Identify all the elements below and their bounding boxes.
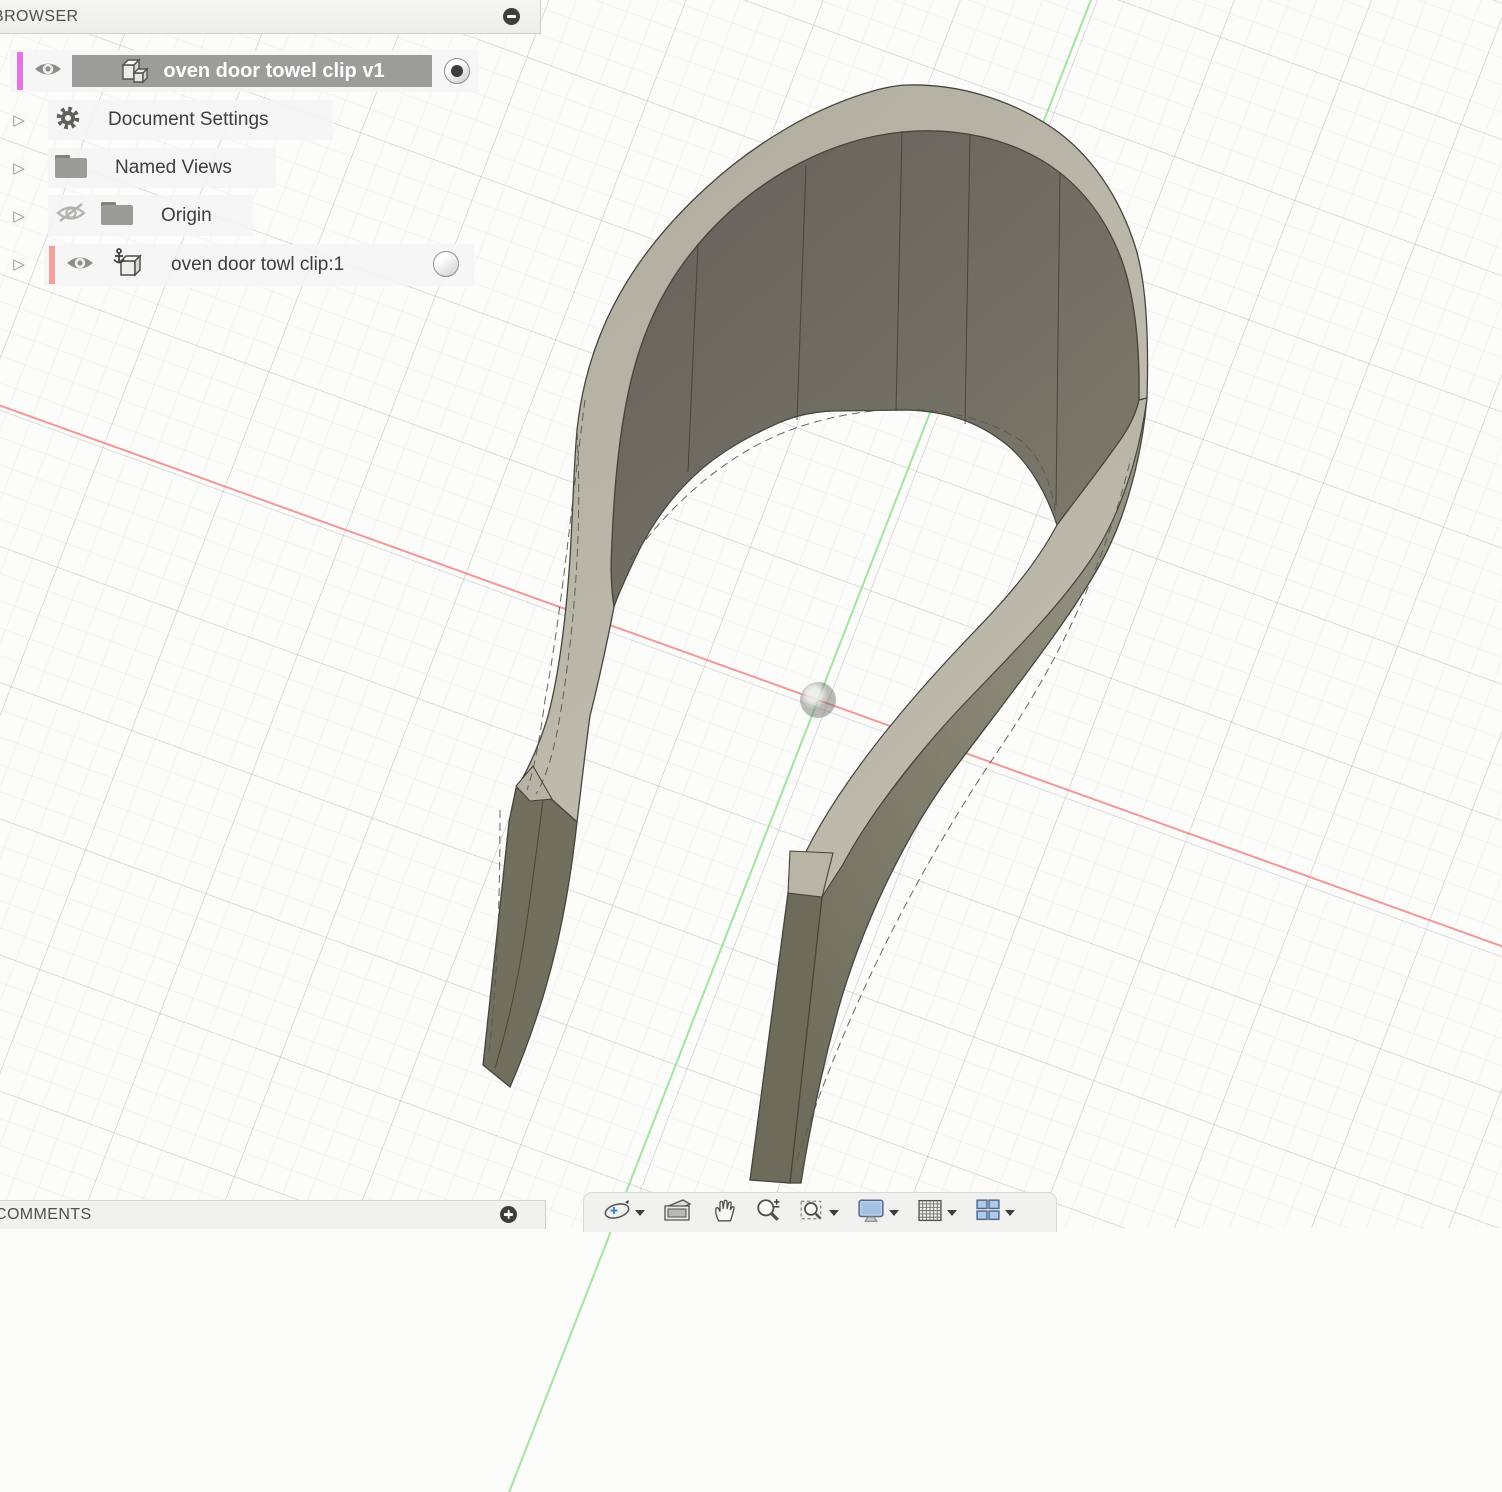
window-zoom-dropdown-caret[interactable] [829,1209,839,1216]
tree-row-document[interactable]: oven door towel clip v1 [10,50,479,92]
browser-panel-header: BROWSER [0,0,541,34]
display-settings-button[interactable] [848,1196,908,1230]
comments-panel-title: COMMENTS [0,1206,92,1223]
orbit-icon [603,1197,631,1228]
look-at-button[interactable] [654,1196,702,1230]
document-cube-icon [119,54,151,89]
zoom-button[interactable] [746,1196,790,1230]
expand-arrow-named-views[interactable]: ▷ [10,159,28,177]
document-name-label: oven door towel clip v1 [163,59,385,82]
named-views-label: Named Views [115,157,232,178]
tree-row-document-settings[interactable]: Document Settings [48,100,333,140]
origin-label: Origin [161,204,212,226]
gear-icon [54,104,82,137]
orbit-dropdown-caret[interactable] [635,1209,645,1216]
grid-icon [917,1197,943,1228]
navigation-toolbar [583,1192,1057,1232]
tree-row-named-views[interactable]: Named Views [48,148,276,188]
visibility-off-eye-icon[interactable] [56,202,86,229]
expand-arrow-document-settings[interactable]: ▷ [10,111,28,129]
visibility-eye-icon[interactable] [65,254,95,277]
document-settings-label: Document Settings [108,109,269,130]
selected-document-highlight[interactable]: oven door towel clip v1 [72,55,432,87]
add-comment-button[interactable] [500,1206,517,1223]
plus-icon-bar [507,1210,510,1220]
comments-panel: COMMENTS [0,1200,546,1229]
window-zoom-button[interactable] [790,1196,848,1230]
visibility-eye-icon[interactable] [33,60,63,83]
tree-row-component[interactable]: oven door towl clip:1 [44,244,474,286]
expand-arrow-origin[interactable]: ▷ [10,207,28,225]
display-settings-monitor-icon [857,1197,885,1228]
folder-icon [100,200,134,231]
folder-icon [54,153,88,184]
display-settings-dropdown-caret[interactable] [889,1209,899,1216]
grounded-component-icon [111,247,145,284]
tree-row-origin[interactable]: Origin [48,195,253,236]
orbit-button[interactable] [594,1196,654,1230]
component-name-label: oven door towl clip:1 [171,254,345,275]
viewports-dropdown-caret[interactable] [1005,1209,1015,1216]
browser-panel-title: BROWSER [0,8,79,25]
window-zoom-icon [799,1197,825,1228]
pan-hand-icon [711,1197,737,1228]
grid-and-snaps-button[interactable] [908,1196,966,1230]
model-left-leg [482,787,578,1089]
component-selection-bar [49,246,55,284]
viewports-button[interactable] [966,1196,1024,1230]
grid-dropdown-caret[interactable] [947,1209,957,1216]
component-activate-radio[interactable] [433,251,459,277]
zoom-magnifier-icon [755,1197,781,1228]
document-activate-radio[interactable] [444,58,470,84]
anchor-icon [113,247,125,263]
expand-arrow-component[interactable]: ▷ [10,255,28,273]
viewports-icon [975,1197,1001,1228]
document-selection-bar [17,52,23,90]
browser-collapse-button[interactable] [503,8,520,25]
look-at-icon [663,1197,693,1228]
pan-button[interactable] [702,1196,746,1230]
minus-icon [507,15,516,18]
